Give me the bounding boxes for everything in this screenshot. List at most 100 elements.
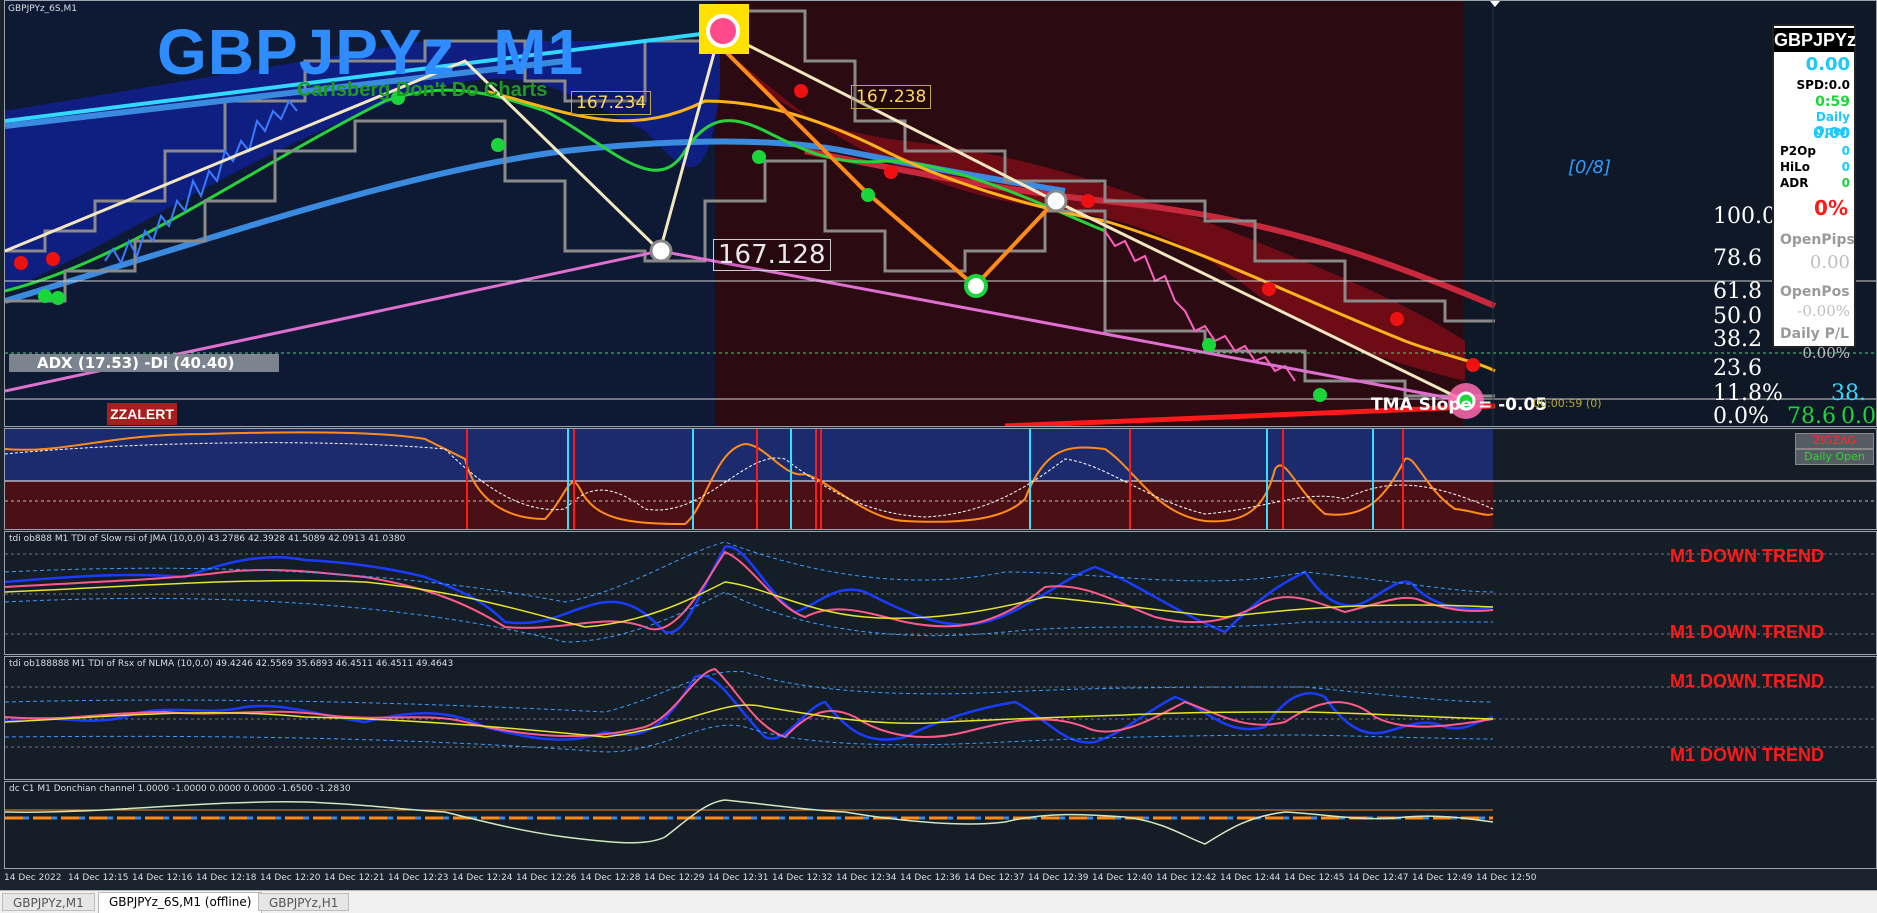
- donchian-line: [5, 799, 1494, 845]
- time-axis-tick: 14 Dec 12:34: [836, 873, 897, 883]
- green-fib-label-2: 0.0: [1841, 404, 1876, 427]
- zigzag-price-label-1: 167.234: [571, 91, 652, 115]
- tdi1-blue: [5, 545, 1494, 634]
- donchian-title: dc C1 M1 Donchian channel 1.0000 -1.0000…: [9, 784, 351, 794]
- subtitle: Carlsberg Don't Do Charts: [297, 79, 548, 101]
- panel-openpos-label: OpenPos: [1780, 284, 1850, 300]
- time-axis-tick: 14 Dec 12:50: [1476, 873, 1537, 883]
- green-dot: [491, 138, 505, 152]
- tdi2-band-upper: [5, 670, 1494, 713]
- fib-level-78: 78.6: [1713, 246, 1762, 271]
- panel-openpips-value: 0.00: [1809, 252, 1850, 273]
- time-axis-tick: 14 Dec 12:28: [580, 873, 641, 883]
- red-dot: [14, 256, 28, 270]
- window-title: GBPJPYz_6S,M1: [8, 4, 77, 14]
- red-dot: [1466, 358, 1480, 372]
- panel-timer: 0:59: [1815, 94, 1850, 110]
- time-axis-tick: 14 Dec 2022: [4, 873, 62, 883]
- tab-gbpjpy-6s-m1-offline[interactable]: GBPJPYz_6S,M1 (offline): [98, 892, 263, 913]
- tdi1-yellow: [5, 579, 1494, 628]
- trend-label-top-2: M1 DOWN TREND: [1670, 671, 1824, 691]
- time-axis-tick: 14 Dec 12:23: [388, 873, 449, 883]
- info-panel: GBPJPYz 0.00 SPD:0.0 0:59 Daily Open 0.0…: [1772, 24, 1857, 362]
- time-axis-tick: 14 Dec 12:39: [1028, 873, 1089, 883]
- time-axis-tick: 14 Dec 12:29: [644, 873, 705, 883]
- chart-window[interactable]: GBPJPYz M1 Carlsberg Don't Do Charts 167…: [0, 0, 1877, 890]
- time-axis-tick: 14 Dec 12:44: [1220, 873, 1281, 883]
- tab-gbpjpy-h1[interactable]: GBPJPYz,H1: [258, 893, 350, 911]
- tma-slope-label: TMA Slope = -0.05: [1371, 395, 1548, 415]
- time-axis-tick: 14 Dec 12:16: [132, 873, 193, 883]
- time-axis-tick: 14 Dec 12:15: [68, 873, 129, 883]
- time-axis-tick: 14 Dec 12:21: [324, 873, 385, 883]
- red-dot: [884, 165, 898, 179]
- time-axis-tick: 14 Dec 12:18: [196, 873, 257, 883]
- fib-level-11: 11.8%: [1713, 381, 1783, 406]
- zzalert-button[interactable]: ZZALERT: [107, 403, 177, 425]
- green-dot: [51, 291, 65, 305]
- fib-level-50: 50.0: [1713, 304, 1762, 329]
- oscillator-svg: [5, 429, 1876, 529]
- panel-openpos-value: -0.00%: [1797, 302, 1850, 320]
- time-axis-tick: 14 Dec 12:32: [772, 873, 833, 883]
- chart-tab-bar: GBPJPYz,M1 GBPJPYz_6S,M1 (offline) GBPJP…: [0, 890, 1877, 913]
- red-dot: [1390, 312, 1404, 326]
- green-dot: [861, 188, 875, 202]
- signal-count: [0/8]: [1568, 157, 1612, 178]
- green-dot: [752, 150, 766, 164]
- main-price-pane[interactable]: GBPJPYz M1 Carlsberg Don't Do Charts 167…: [4, 0, 1877, 427]
- zigzag-toggle-button[interactable]: ZIGZAG: [1795, 433, 1874, 449]
- red-dot: [46, 252, 60, 266]
- panel-dailypl-label: Daily P/L: [1780, 326, 1849, 342]
- fib-level-38: 38.2: [1713, 327, 1762, 352]
- panel-percent: 0%: [1814, 196, 1848, 220]
- panel-openpips-label: OpenPips: [1780, 232, 1855, 248]
- time-axis-tick: 14 Dec 12:45: [1284, 873, 1345, 883]
- green-dot: [1202, 338, 1216, 352]
- fib-level-100: 100.0: [1713, 204, 1776, 229]
- time-axis-tick: 14 Dec 12:26: [516, 873, 577, 883]
- adx-label: ADX (17.53) -Di (40.40): [9, 354, 279, 372]
- donchian-pane[interactable]: dc C1 M1 Donchian channel 1.0000 -1.0000…: [4, 781, 1877, 869]
- time-axis-tick: 14 Dec 12:42: [1156, 873, 1217, 883]
- zigzag-pivot: [649, 239, 673, 263]
- panel-scroll-arrow-icon[interactable]: [1490, 1, 1500, 7]
- fib-level-61: 61.8: [1713, 279, 1762, 304]
- time-axis-tick: 14 Dec 12:24: [452, 873, 513, 883]
- zigzag-price-label-3: 167.128: [713, 239, 831, 271]
- green-dot: [1313, 388, 1327, 402]
- red-dot: [1081, 194, 1095, 208]
- donchian-svg: [5, 799, 1494, 845]
- trend-label-bottom: M1 DOWN TREND: [1670, 622, 1824, 642]
- green-dot: [38, 289, 52, 303]
- fib-level-23: 23.6: [1713, 356, 1762, 381]
- time-axis-tick: 14 Dec 12:49: [1412, 873, 1473, 883]
- panel-symbol: GBPJPYz: [1774, 28, 1857, 52]
- symbol-title: GBPJPYz M1: [157, 16, 585, 88]
- panel-hilo-value: 0: [1841, 160, 1850, 174]
- panel-spd: SPD:0.0: [1796, 78, 1850, 92]
- tdi-1-title: tdi ob888 M1 TDI of Slow rsi of JMA (10,…: [9, 534, 406, 544]
- daily-open-toggle-button[interactable]: Daily Open: [1795, 449, 1874, 465]
- red-dot: [1262, 282, 1276, 296]
- time-axis-tick: 14 Dec 12:40: [1092, 873, 1153, 883]
- oscillator-pane[interactable]: ZIGZAG Daily Open: [4, 428, 1877, 530]
- tdi-1-svg: [5, 541, 1876, 643]
- time-axis-tick: 14 Dec 12:37: [964, 873, 1025, 883]
- cyan-fib-label: 38.: [1831, 381, 1866, 406]
- tdi-pane-1[interactable]: tdi ob888 M1 TDI of Slow rsi of JMA (10,…: [4, 531, 1877, 655]
- time-axis-tick: 14 Dec 12:20: [260, 873, 321, 883]
- green-fib-label: 78.6: [1787, 404, 1836, 427]
- pink-target-marker: [706, 14, 740, 48]
- panel-spread-value: 0.00: [1805, 54, 1850, 75]
- panel-p2op-value: 0: [1841, 144, 1850, 158]
- zigzag-pivot: [1044, 189, 1068, 213]
- time-axis-tick: 14 Dec 12:47: [1348, 873, 1409, 883]
- panel-daily-open-value: 0.00: [1812, 124, 1850, 142]
- tdi-2-svg: [5, 667, 1876, 753]
- trend-label-top: M1 DOWN TREND: [1670, 546, 1824, 566]
- red-dot: [794, 84, 808, 98]
- tdi-2-title: tdi ob188888 M1 TDI of Rsx of NLMA (10,0…: [9, 659, 454, 669]
- tab-gbpjpy-m1[interactable]: GBPJPYz,M1: [2, 893, 95, 911]
- tdi-pane-2[interactable]: tdi ob188888 M1 TDI of Rsx of NLMA (10,0…: [4, 656, 1877, 780]
